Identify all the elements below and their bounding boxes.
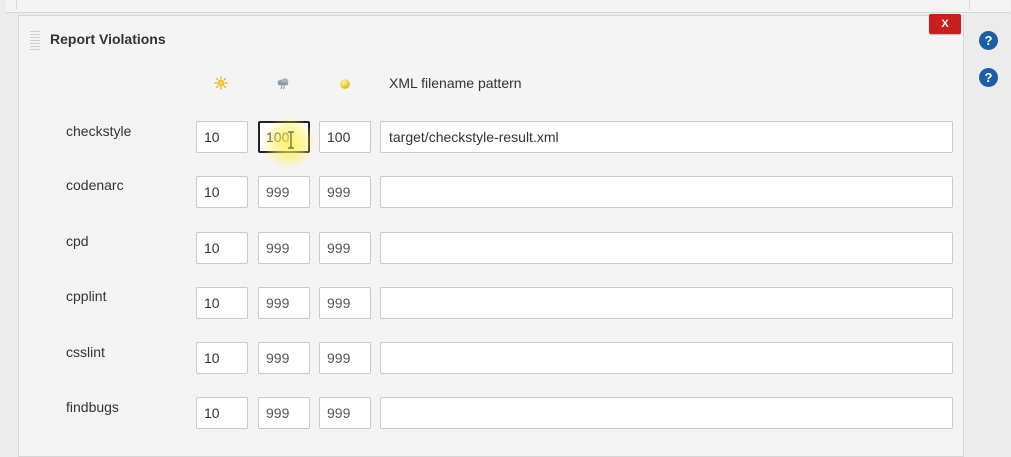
stormy-threshold-input[interactable]: 999 (258, 342, 310, 374)
help-icon[interactable]: ? (979, 31, 998, 50)
row-label-checkstyle: checkstyle (66, 123, 132, 139)
sunny-threshold-input[interactable]: 10 (196, 342, 248, 374)
stormy-threshold-input[interactable]: 100 (258, 121, 310, 153)
xml-pattern-input[interactable] (380, 342, 953, 374)
row-label-codenarc: codenarc (66, 177, 124, 193)
xml-pattern-input[interactable] (380, 287, 953, 319)
sunny-threshold-input[interactable]: 10 (196, 287, 248, 319)
drag-handle[interactable] (30, 30, 40, 50)
row-label-cpplint: cpplint (66, 288, 107, 304)
unstable-threshold-input[interactable]: 999 (319, 397, 371, 429)
unstable-threshold-input[interactable]: 100 (319, 121, 371, 153)
stormy-threshold-input[interactable]: 999 (258, 232, 310, 264)
sunny-weather-icon (214, 76, 228, 90)
previous-section-border (16, 0, 970, 10)
sunny-threshold-input[interactable]: 10 (196, 232, 248, 264)
xml-pattern-input[interactable]: target/checkstyle-result.xml (380, 121, 953, 153)
row-label-cpd: cpd (66, 233, 89, 249)
help-icon-table[interactable]: ? (979, 68, 998, 87)
xml-pattern-input[interactable] (380, 397, 953, 429)
stormy-threshold-input[interactable]: 999 (258, 397, 310, 429)
sunny-threshold-input[interactable]: 10 (196, 397, 248, 429)
sunny-threshold-input[interactable]: 10 (196, 121, 248, 153)
sunny-threshold-input[interactable]: 10 (196, 176, 248, 208)
row-label-csslint: csslint (66, 344, 105, 360)
unstable-threshold-input[interactable]: 999 (319, 287, 371, 319)
row-label-findbugs: findbugs (66, 399, 119, 415)
unstable-threshold-input[interactable]: 999 (319, 232, 371, 264)
unstable-threshold-input[interactable]: 999 (319, 342, 371, 374)
cloudy-weather-icon (277, 78, 289, 90)
stormy-threshold-input[interactable]: 999 (258, 176, 310, 208)
yellow-ball-icon (340, 79, 350, 89)
section-title: Report Violations (50, 31, 166, 47)
unstable-threshold-input[interactable]: 999 (319, 176, 371, 208)
stormy-threshold-input[interactable]: 999 (258, 287, 310, 319)
xml-pattern-input[interactable] (380, 232, 953, 264)
previous-section-strip (6, 0, 1010, 13)
delete-section-button[interactable]: X (929, 14, 961, 34)
xml-pattern-input[interactable] (380, 176, 953, 208)
xml-filename-pattern-header: XML filename pattern (389, 75, 522, 91)
